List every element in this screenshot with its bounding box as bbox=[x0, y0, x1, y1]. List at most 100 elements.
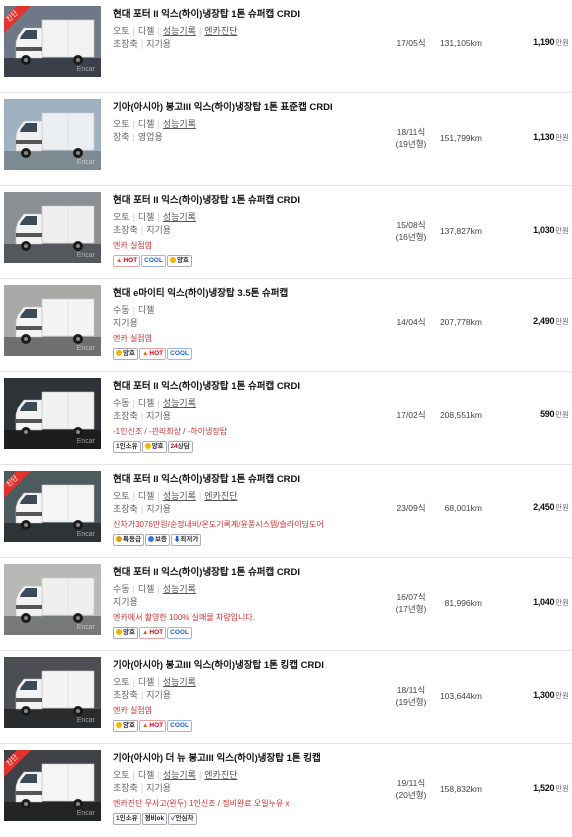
listing-title[interactable]: 현대 포터 II 익스(하이)냉장탑 1톤 슈퍼캡 CRDI bbox=[113, 380, 388, 394]
listing-specs: 오토 | 디젤 | 성능기록 bbox=[113, 676, 388, 689]
listing-title[interactable]: 현대 포터 II 익스(하이)냉장탑 1톤 슈퍼캡 CRDI bbox=[113, 194, 388, 208]
tag-item: 지기용 bbox=[146, 39, 172, 49]
separator: | bbox=[132, 26, 135, 36]
listing-row[interactable]: 진단 Encar 현대 포터 II 익스(하이)냉장탑 1톤 슈퍼캡 CRDI 오토 |… bbox=[0, 0, 572, 93]
listing-thumbnail[interactable]: 진단 Encar bbox=[4, 471, 101, 542]
year-main: 18/11식 bbox=[396, 127, 426, 137]
spec-link[interactable]: 성능기록 bbox=[163, 491, 196, 501]
separator: | bbox=[198, 770, 202, 780]
listing-thumbnail[interactable]: Encar bbox=[4, 192, 101, 263]
price-value: 590 bbox=[540, 409, 555, 419]
price-unit: 만원 bbox=[555, 317, 569, 326]
separator: | bbox=[140, 411, 144, 421]
separator: | bbox=[132, 491, 135, 501]
listing-price: 1,300만원 bbox=[509, 689, 569, 702]
listing-title[interactable]: 기아(아시아) 더 뉴 봉고III 익스(하이)냉장탑 1톤 킹캡 bbox=[113, 752, 388, 766]
tag-item: 초장축 bbox=[113, 225, 138, 235]
year-main: 15/08식 bbox=[396, 220, 426, 230]
flame-icon: ▲ bbox=[141, 629, 149, 636]
listing-row[interactable]: Encar 기아(아시아) 봉고III 익스(하이)냉장탑 1톤 표준캡 CRDI… bbox=[0, 93, 572, 186]
spec-item: 디젤 bbox=[137, 398, 155, 408]
smile-icon bbox=[144, 443, 151, 449]
listing-row[interactable]: 진단 Encar 현대 포터 II 익스(하이)냉장탑 1톤 슈퍼캡 CRDI 오토 |… bbox=[0, 465, 572, 558]
listing-thumbnail[interactable]: Encar bbox=[4, 285, 101, 356]
watermark: Encar bbox=[76, 66, 95, 73]
badge-24: 24상담 bbox=[167, 441, 193, 453]
watermark: Encar bbox=[76, 717, 95, 724]
separator: | bbox=[140, 225, 144, 235]
spec-item: 수동 bbox=[113, 398, 130, 408]
listing-row[interactable]: Encar 현대 포터 II 익스(하이)냉장탑 1톤 슈퍼캡 CRDI 수동 | 디젤… bbox=[0, 558, 572, 651]
listing-title[interactable]: 기아(아시아) 봉고III 익스(하이)냉장탑 1톤 킹캡 CRDI bbox=[113, 659, 388, 673]
listing-row[interactable]: 진단 Encar 기아(아시아) 더 뉴 봉고III 익스(하이)냉장탑 1톤 킹캡… bbox=[0, 744, 572, 837]
price-value: 1,130 bbox=[533, 132, 555, 142]
separator: | bbox=[157, 677, 160, 687]
spec-link[interactable]: 엔카진단 bbox=[204, 26, 237, 36]
spec-link[interactable]: 성능기록 bbox=[163, 677, 196, 687]
spec-link[interactable]: 성능기록 bbox=[163, 584, 196, 594]
separator: | bbox=[132, 584, 135, 594]
spec-link[interactable]: 엔카진단 bbox=[204, 491, 237, 501]
listing-title[interactable]: 현대 e마이티 익스(하이)냉장탑 3.5톤 슈퍼캡 bbox=[113, 287, 388, 301]
separator: | bbox=[157, 26, 160, 36]
listing-thumbnail[interactable]: Encar bbox=[4, 378, 101, 449]
spec-link[interactable]: 엔카진단 bbox=[204, 770, 237, 780]
listing-price: 590만원 bbox=[509, 408, 569, 421]
price-value: 1,040 bbox=[533, 597, 555, 607]
flame-icon: ▲ bbox=[141, 350, 149, 357]
tag-item: 장축 bbox=[113, 132, 130, 142]
listing-specs: 수동 | 디젤 | 성능기록 bbox=[113, 583, 388, 596]
star-icon bbox=[116, 536, 122, 542]
listing-row[interactable]: Encar 현대 e마이티 익스(하이)냉장탑 3.5톤 슈퍼캡 수동 | 디젤 지기용 엔… bbox=[0, 279, 572, 372]
spec-link[interactable]: 성능기록 bbox=[163, 212, 196, 222]
listing-title[interactable]: 현대 포터 II 익스(하이)냉장탑 1톤 슈퍼캡 CRDI bbox=[113, 566, 388, 580]
badge-row: ▲HOT COOL 양호 bbox=[113, 255, 388, 267]
listing-thumbnail[interactable]: 진단 Encar bbox=[4, 6, 101, 77]
smile-icon bbox=[116, 722, 122, 728]
listing-title[interactable]: 현대 포터 II 익스(하이)냉장탑 1톤 슈퍼캡 CRDI bbox=[113, 8, 388, 22]
separator: | bbox=[157, 491, 160, 501]
price-value: 1,300 bbox=[533, 690, 555, 700]
listing-tags: 초장축 | 지기용 bbox=[113, 782, 388, 795]
spec-link[interactable]: 성능기록 bbox=[163, 398, 196, 408]
badge-hot: ▲HOT bbox=[138, 720, 167, 732]
separator: | bbox=[132, 677, 135, 687]
listing-mileage: 158,832km bbox=[439, 784, 482, 794]
listing-year: 14/04식 bbox=[393, 316, 429, 328]
listing-thumbnail[interactable]: Encar bbox=[4, 564, 101, 635]
listing-year: 16/07식 (17년형) bbox=[393, 591, 429, 615]
separator: | bbox=[140, 39, 144, 49]
listing-thumbnail[interactable]: Encar bbox=[4, 657, 101, 728]
spec-item: 디젤 bbox=[137, 212, 155, 222]
price-value: 1,030 bbox=[533, 225, 555, 235]
badge-ok: 정비ok bbox=[141, 813, 168, 825]
spec-item: 오토 bbox=[113, 119, 130, 129]
listing-row[interactable]: Encar 현대 포터 II 익스(하이)냉장탑 1톤 슈퍼캡 CRDI 오토 | 디젤… bbox=[0, 186, 572, 279]
listing-title[interactable]: 현대 포터 II 익스(하이)냉장탑 1톤 슈퍼캡 CRDI bbox=[113, 473, 388, 487]
listing-row[interactable]: Encar 기아(아시아) 봉고III 익스(하이)냉장탑 1톤 킹캡 CRDI 오… bbox=[0, 651, 572, 744]
listing-title[interactable]: 기아(아시아) 봉고III 익스(하이)냉장탑 1톤 표준캡 CRDI bbox=[113, 101, 388, 115]
listing-year: 18/11식 (19년형) bbox=[393, 684, 429, 708]
listing-thumbnail[interactable]: 진단 Encar bbox=[4, 750, 101, 821]
spec-item: 오토 bbox=[113, 770, 130, 780]
price-value: 2,490 bbox=[533, 316, 555, 326]
year-main: 23/09식 bbox=[396, 503, 426, 513]
year-main: 18/11식 bbox=[396, 685, 426, 695]
tag-item: 지기용 bbox=[146, 783, 172, 793]
listing-tags: 초장축 | 지기용 bbox=[113, 410, 388, 423]
listing-info: 현대 포터 II 익스(하이)냉장탑 1톤 슈퍼캡 CRDI 수동 | 디젤 | 성능기록… bbox=[113, 566, 388, 639]
listing-row[interactable]: Encar 현대 포터 II 익스(하이)냉장탑 1톤 슈퍼캡 CRDI 수동 | 디젤… bbox=[0, 372, 572, 465]
listing-mileage: 208,551km bbox=[439, 410, 482, 420]
spec-item: 수동 bbox=[113, 305, 130, 315]
spec-link[interactable]: 성능기록 bbox=[163, 26, 196, 36]
spec-item: 디젤 bbox=[137, 770, 155, 780]
year-model: (19년형) bbox=[395, 697, 427, 707]
spec-link[interactable]: 성능기록 bbox=[163, 770, 196, 780]
spec-item: 디젤 bbox=[137, 491, 155, 501]
listing-price: 1,190만원 bbox=[509, 36, 569, 49]
listing-price: 1,040만원 bbox=[509, 596, 569, 609]
listing-thumbnail[interactable]: Encar bbox=[4, 99, 101, 170]
spec-link[interactable]: 성능기록 bbox=[163, 119, 196, 129]
watermark: Encar bbox=[76, 810, 95, 817]
listing-price: 2,490만원 bbox=[509, 315, 569, 328]
